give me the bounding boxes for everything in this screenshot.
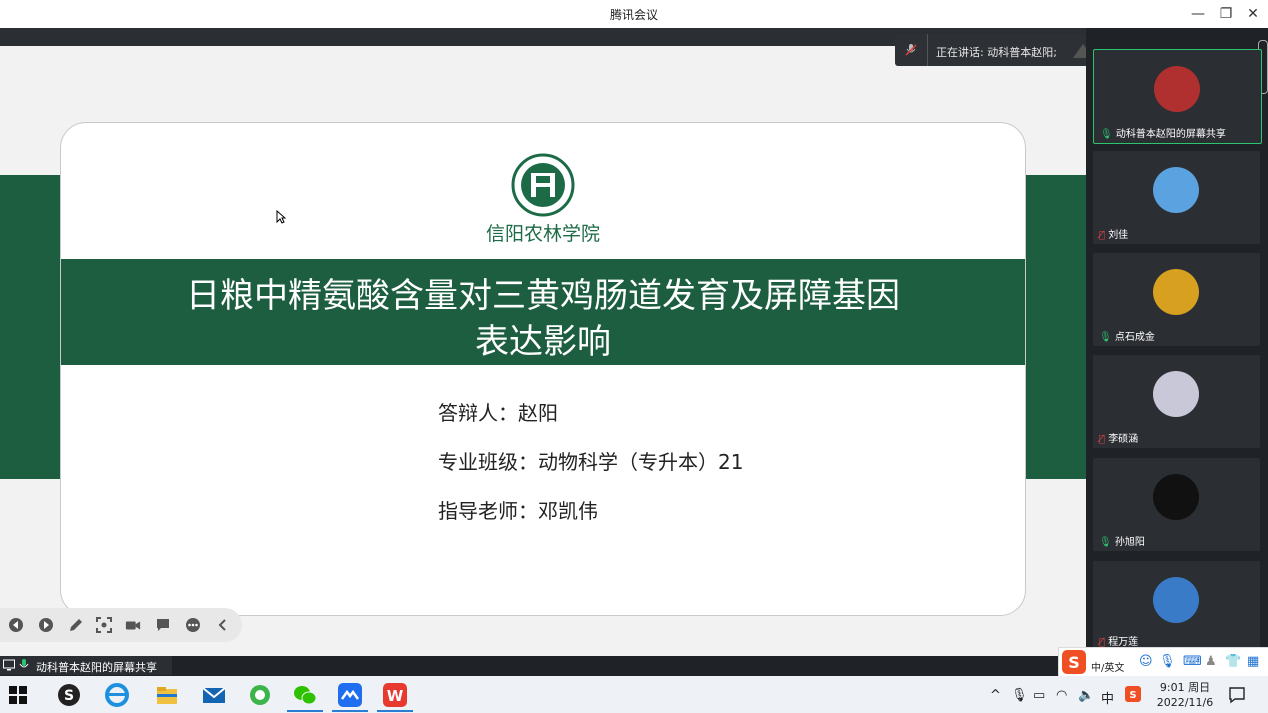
notification-icon[interactable] [1228,686,1246,704]
ie-browser-icon[interactable] [104,682,130,708]
browser-green-icon[interactable] [247,682,273,708]
more-icon[interactable] [185,617,201,633]
advisor-text: 指导老师：邓凯伟 [438,499,598,523]
tray-mic-icon[interactable]: 🎙 [1011,688,1028,703]
ime-mode-label[interactable]: 中/英文 [1091,659,1124,674]
cat-avatar [1153,371,1199,417]
restore-button[interactable]: ❐ [1214,4,1238,24]
wechat-icon[interactable] [292,682,318,708]
slide-title-line1: 日粮中精氨酸含量对三黄鸡肠道发育及屏障基因 [186,276,900,316]
dog-avatar [1153,474,1199,520]
taskbar-clock[interactable]: 9:01 周日 2022/11/6 [1154,680,1216,710]
speaking-text: 正在讲话: 动科普本赵阳; [936,46,1057,59]
minimize-button[interactable]: — [1186,4,1210,24]
participant-name: 动科普本赵阳的屏幕共享 [1115,129,1226,140]
mouse-cursor-icon [276,210,286,224]
mic-muted-icon: 🎙̸ [1099,434,1109,445]
wifi-icon[interactable]: ◠ [1056,688,1067,703]
emoji-icon[interactable]: ☺ [1139,654,1153,669]
mail-icon[interactable] [201,682,227,708]
participant-name-row: 🎙̸ 程万莲 [1099,633,1138,648]
slide-title: 日粮中精氨酸含量对三黄鸡肠道发育及屏障基因 表达影响 [61,273,1025,365]
user-icon[interactable]: ♟ [1205,654,1217,669]
mic-muted-icon: 🎙̸ [1099,230,1109,241]
voice-input-icon[interactable]: 🎙 [1159,654,1176,669]
major-text: 专业班级：动物科学（专升本）21 [438,450,744,474]
app-s-icon[interactable]: S [56,682,82,708]
screen-share-icon [3,659,15,671]
mic-on-icon: 🎙 [1100,129,1116,140]
show-hidden-icons[interactable]: ^ [990,688,1001,703]
participant-tile[interactable]: 🎙̸ 刘佳 [1093,151,1260,244]
participant-tile[interactable]: 🎙 点石成金 [1093,253,1260,346]
presentation-slide: 信阳农林学院 日粮中精氨酸含量对三黄鸡肠道发育及屏障基因 表达影响 答辩人：赵阳… [60,122,1026,616]
battery-icon[interactable]: ▭ [1033,688,1045,703]
collapse-toolbar-icon[interactable] [215,617,231,633]
clock-date: 2022/11/6 [1156,696,1214,709]
meeting-active-indicator [332,710,368,712]
svg-text:W: W [387,687,404,705]
wps-office-icon[interactable]: W [382,682,408,708]
participant-name: 点石成金 [1114,332,1155,343]
comment-icon[interactable] [155,617,171,633]
windows-taskbar: S W ^ 🎙 ▭ ◠ 🔈 中 S [0,676,1268,713]
slide-control-toolbar [0,608,242,642]
participant-name-row: 🎙 孙旭阳 [1099,533,1145,548]
landscape-avatar [1153,577,1199,623]
participant-name: 李硕涵 [1108,434,1139,445]
toolbox-icon[interactable]: ▦ [1247,654,1259,669]
dandelion-avatar [1153,167,1199,213]
participant-name-row: 🎙 动科普本赵阳的屏幕共享 [1100,125,1226,140]
presenter-text: 答辩人：赵阳 [438,401,558,425]
tencent-meeting-icon[interactable] [337,682,363,708]
participant-tile[interactable]: 🎙 孙旭阳 [1093,458,1260,551]
window-titlebar: 腾讯会议 — ❐ ✕ [0,0,1268,28]
mic-muted-icon [905,44,917,56]
next-slide-icon[interactable] [38,617,54,633]
mic-on-icon: 🎙 [1099,332,1115,343]
clock-time: 9:01 周日 [1159,681,1211,694]
close-button[interactable]: ✕ [1241,4,1265,24]
participant-name-row: 🎙 点石成金 [1099,328,1155,343]
shared-screen-stage: 信阳农林学院 日粮中精氨酸含量对三黄鸡肠道发育及屏障基因 表达影响 答辩人：赵阳… [0,28,1086,656]
slide-title-line2: 表达影响 [475,322,611,362]
school-logo-icon [511,153,575,217]
previous-slide-icon[interactable] [8,617,24,633]
ime-tray-icon[interactable]: 中 [1101,688,1114,707]
sogou-ime-icon[interactable]: S [1061,649,1087,675]
shared-screen-content: 信阳农林学院 日粮中精氨酸含量对三黄鸡肠道发育及屏障基因 表达影响 答辩人：赵阳… [0,46,1086,656]
participant-tile[interactable]: 🎙̸ 程万莲 [1093,561,1260,651]
ime-toolbar: S 中/英文 ☺ 🎙 ⌨ ♟ 👕 ▦ [1058,647,1268,677]
school-name: 信阳农林学院 [485,223,600,245]
svg-text:S: S [1129,690,1136,701]
svg-text:S: S [1068,653,1080,672]
keyboard-icon[interactable]: ⌨ [1183,654,1202,669]
participant-name: 刘佳 [1108,230,1129,241]
participant-name-row: 🎙̸ 李硕涵 [1099,430,1138,445]
screenshot-icon[interactable] [96,617,112,633]
colorful-avatar [1153,269,1199,315]
windows-start-icon[interactable] [9,686,27,704]
window-title: 腾讯会议 [609,8,658,22]
svg-text:S: S [64,688,74,704]
file-explorer-icon[interactable] [154,682,180,708]
wps-active-indicator [377,710,413,712]
cartoon-avatar-red [1154,66,1200,112]
screen-share-label: 动科普本赵阳的屏幕共享 [0,656,172,675]
pen-icon[interactable] [68,617,84,633]
participant-name: 孙旭阳 [1114,537,1145,548]
participant-tile[interactable]: 🎙 动科普本赵阳的屏幕共享 [1093,49,1262,144]
wechat-active-indicator [287,710,323,712]
mic-on-icon [19,659,29,668]
volume-icon[interactable]: 🔈 [1078,688,1094,703]
camera-icon[interactable] [125,617,141,633]
participant-tile[interactable]: 🎙̸ 李硕涵 [1093,355,1260,448]
screen-share-label-text: 动科普本赵阳的屏幕共享 [36,661,157,674]
skin-icon[interactable]: 👕 [1225,654,1241,669]
participant-name-row: 🎙̸ 刘佳 [1099,226,1128,241]
sogou-tray-icon[interactable]: S [1125,686,1141,702]
mic-on-icon: 🎙 [1099,537,1115,548]
